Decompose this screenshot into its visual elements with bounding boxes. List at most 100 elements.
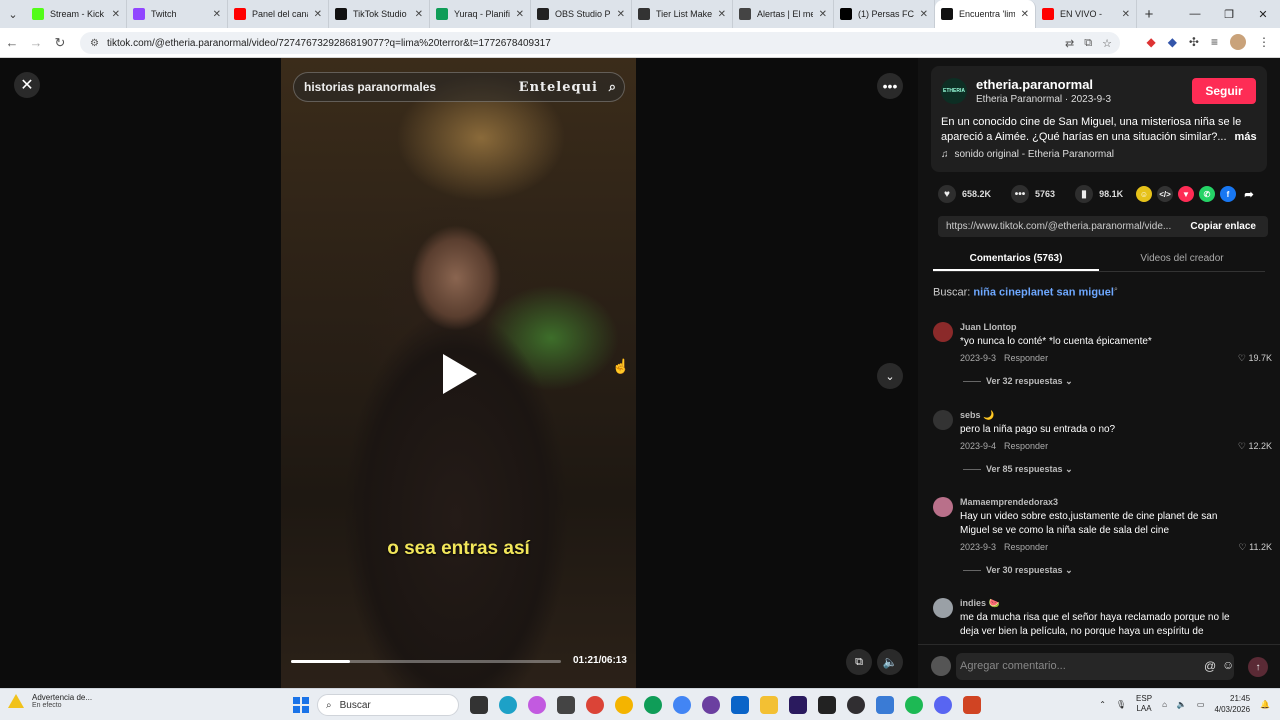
tab-close-icon[interactable]: ✕: [112, 9, 120, 20]
forward-icon[interactable]: →: [24, 35, 48, 50]
browser-tab[interactable]: Encuentra 'lim ✕: [935, 0, 1036, 28]
browser-tab[interactable]: Yuraq - Planific ✕: [430, 0, 531, 28]
obs-icon[interactable]: [847, 696, 865, 714]
next-video-chevron-icon[interactable]: ⌄: [877, 363, 903, 389]
commenter-name[interactable]: indies 🍉: [960, 598, 1000, 609]
tab-close-icon[interactable]: ✕: [213, 9, 221, 20]
reply-button[interactable]: Responder: [1004, 441, 1048, 451]
new-tab-button[interactable]: +: [1137, 6, 1161, 23]
sound-link[interactable]: ♫ sonido original - Etheria Paranormal: [941, 149, 1114, 160]
windows-start-icon[interactable]: [293, 697, 309, 713]
extensions-puzzle-icon[interactable]: ✣: [1189, 35, 1199, 49]
account-avatar[interactable]: ETHERIA: [941, 78, 967, 104]
commenter-avatar[interactable]: [933, 322, 953, 342]
profile-avatar[interactable]: [1230, 34, 1246, 50]
microphone-icon[interactable]: 🎙: [1116, 700, 1126, 709]
browser-tab[interactable]: TikTok Studio ✕: [329, 0, 430, 28]
emoji-icon[interactable]: ☺: [1222, 658, 1234, 672]
app-icon-4[interactable]: [557, 696, 575, 714]
premiere-icon[interactable]: [789, 696, 807, 714]
commenter-avatar[interactable]: [933, 598, 953, 618]
commenter-name[interactable]: sebs 🌙: [960, 410, 994, 421]
bookmark-star-icon[interactable]: ☆: [1102, 37, 1112, 50]
tab-close-icon[interactable]: ✕: [1021, 9, 1029, 20]
view-replies-button[interactable]: Ver 30 respuestas ⌄: [963, 565, 1073, 576]
commenter-name[interactable]: Mamaemprendedorax3: [960, 497, 1058, 507]
app-icon-9[interactable]: [702, 696, 720, 714]
file-explorer-icon[interactable]: [760, 696, 778, 714]
reload-icon[interactable]: ↻: [48, 35, 72, 51]
more-options-button[interactable]: •••: [877, 73, 903, 99]
notifications-icon[interactable]: 🔔: [1260, 700, 1270, 709]
tray-chevron-icon[interactable]: ⌃: [1099, 700, 1106, 709]
extension-icon-1[interactable]: ◆: [1146, 35, 1155, 49]
chrome-icon-2[interactable]: [615, 696, 633, 714]
close-window-icon[interactable]: ✕: [1246, 8, 1280, 21]
tab-close-icon[interactable]: ✕: [718, 9, 726, 20]
facebook-icon[interactable]: f: [1220, 186, 1236, 202]
tab-close-icon[interactable]: ✕: [920, 9, 928, 20]
tab-close-icon[interactable]: ✕: [1122, 9, 1130, 20]
comment-button[interactable]: ••• 5763: [1011, 185, 1055, 203]
mention-icon[interactable]: @: [1204, 659, 1216, 673]
video-player[interactable]: historias paranormales Entelequi ⌕ o sea…: [281, 58, 636, 688]
comment-like-button[interactable]: ♡ 11.2K: [1239, 542, 1272, 553]
search-icon[interactable]: ⌕: [609, 79, 616, 95]
browser-tab[interactable]: (1) Persas FC (✕: [834, 0, 935, 28]
network-icon[interactable]: ⌂: [1162, 700, 1167, 709]
discord-icon[interactable]: [934, 696, 952, 714]
play-icon[interactable]: [443, 354, 477, 394]
follow-button[interactable]: Seguir: [1192, 78, 1256, 104]
tab-close-icon[interactable]: ✕: [314, 9, 322, 20]
commenter-avatar[interactable]: [933, 410, 953, 430]
url-field[interactable]: ⚙ tiktok.com/@etheria.paranormal/video/7…: [80, 32, 1120, 54]
tab-close-icon[interactable]: ✕: [617, 9, 625, 20]
picture-in-picture-icon[interactable]: ⧉: [846, 649, 872, 675]
powerpoint-icon[interactable]: [963, 696, 981, 714]
close-video-button[interactable]: ✕: [14, 72, 40, 98]
back-icon[interactable]: ←: [0, 35, 24, 50]
comment-input[interactable]: Agregar comentario...: [956, 653, 1234, 680]
battery-icon[interactable]: ▭: [1197, 700, 1205, 709]
spotify-icon[interactable]: [905, 696, 923, 714]
gold-share-icon[interactable]: ☺: [1136, 186, 1152, 202]
tab-creator-videos[interactable]: Videos del creador: [1099, 248, 1265, 271]
comment-like-button[interactable]: ♡ 12.2K: [1238, 441, 1272, 452]
commenter-name[interactable]: Juan Llontop: [960, 322, 1017, 332]
media-queue-icon[interactable]: ≡: [1211, 35, 1218, 49]
minimize-icon[interactable]: —: [1178, 8, 1212, 20]
like-button[interactable]: ♥ 658.2K: [938, 185, 991, 203]
edge-icon[interactable]: [499, 696, 517, 714]
tab-search-chevron-icon[interactable]: ⌄: [0, 0, 26, 28]
tab-comments[interactable]: Comentarios (5763): [933, 248, 1099, 271]
browser-tab[interactable]: Panel del canal ✕: [228, 0, 329, 28]
tab-close-icon[interactable]: ✕: [516, 9, 524, 20]
copilot-icon[interactable]: [528, 696, 546, 714]
chrome-icon-3[interactable]: [644, 696, 662, 714]
browser-menu-icon[interactable]: ⋮: [1258, 35, 1270, 49]
share-arrow-icon[interactable]: ➦: [1241, 186, 1257, 202]
reply-button[interactable]: Responder: [1004, 353, 1048, 363]
taskbar-search[interactable]: ⌕ Buscar: [317, 694, 459, 716]
browser-tab[interactable]: Alertas | El me ✕: [733, 0, 834, 28]
language-indicator[interactable]: ESP LAA: [1136, 694, 1152, 714]
reply-button[interactable]: Responder: [1004, 542, 1048, 552]
app-icon-13[interactable]: [818, 696, 836, 714]
video-search-overlay[interactable]: historias paranormales Entelequi ⌕: [293, 72, 625, 102]
chrome-icon-4[interactable]: [673, 696, 691, 714]
warning-widget[interactable]: Advertencia de... En efecto: [8, 693, 92, 709]
install-icon[interactable]: ⧉: [1084, 37, 1092, 50]
outlook-icon[interactable]: [731, 696, 749, 714]
translate-icon[interactable]: ⇄: [1065, 37, 1074, 50]
browser-tab[interactable]: OBS Studio Pl ✕: [531, 0, 632, 28]
volume-icon[interactable]: 🔈: [877, 649, 903, 675]
clock[interactable]: 21:45 4/03/2026: [1214, 693, 1250, 715]
browser-tab[interactable]: Twitch ✕: [127, 0, 228, 28]
save-button[interactable]: ▮ 98.1K: [1075, 185, 1123, 203]
embed-icon[interactable]: </>: [1157, 186, 1173, 202]
view-replies-button[interactable]: Ver 32 respuestas ⌄: [963, 376, 1073, 387]
tab-close-icon[interactable]: ✕: [415, 9, 423, 20]
tab-close-icon[interactable]: ✕: [819, 9, 827, 20]
search-suggestion[interactable]: Buscar: niña cineplanet san miguel⌕: [933, 286, 1118, 299]
view-replies-button[interactable]: Ver 85 respuestas ⌄: [963, 464, 1073, 475]
